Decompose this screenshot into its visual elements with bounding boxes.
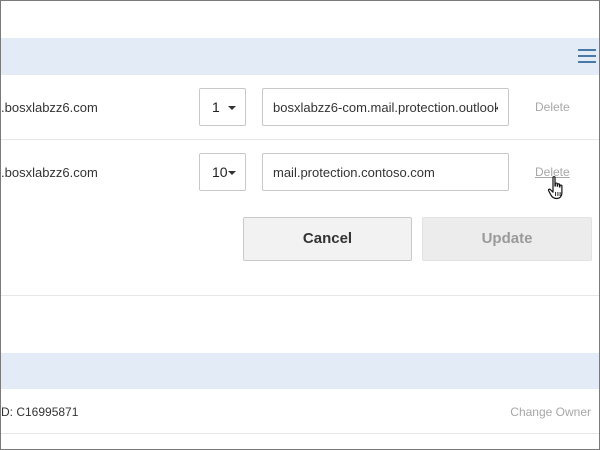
cancel-button[interactable]: Cancel [243,217,412,261]
priority-value: 10 [212,164,228,180]
section-header-bar [1,353,599,389]
points-to-input[interactable] [262,88,509,126]
mx-record-row: .bosxlabzz6.com 10 Delete [1,141,599,205]
divider [1,433,599,434]
change-owner-link[interactable]: Change Owner [510,405,591,419]
priority-dropdown[interactable]: 1 [199,88,246,126]
mx-host-label: .bosxlabzz6.com [1,165,98,180]
owner-id-text: D: C16995871 [1,405,79,419]
points-to-input[interactable] [262,153,509,191]
chevron-down-icon [228,106,236,110]
section-header-bar [1,38,599,75]
hand-pointer-icon [547,176,563,200]
mx-record-row: .bosxlabzz6.com 1 Delete [1,76,599,140]
hamburger-menu-icon[interactable] [578,48,596,64]
dns-settings-panel: .bosxlabzz6.com 1 Delete .bosxlabzz6.com… [0,0,600,450]
update-button[interactable]: Update [422,217,592,261]
divider [1,295,599,296]
priority-dropdown[interactable]: 10 [199,153,246,191]
priority-value: 1 [212,99,220,115]
mx-host-label: .bosxlabzz6.com [1,100,98,115]
delete-link[interactable]: Delete [535,100,570,114]
chevron-down-icon [228,171,236,175]
